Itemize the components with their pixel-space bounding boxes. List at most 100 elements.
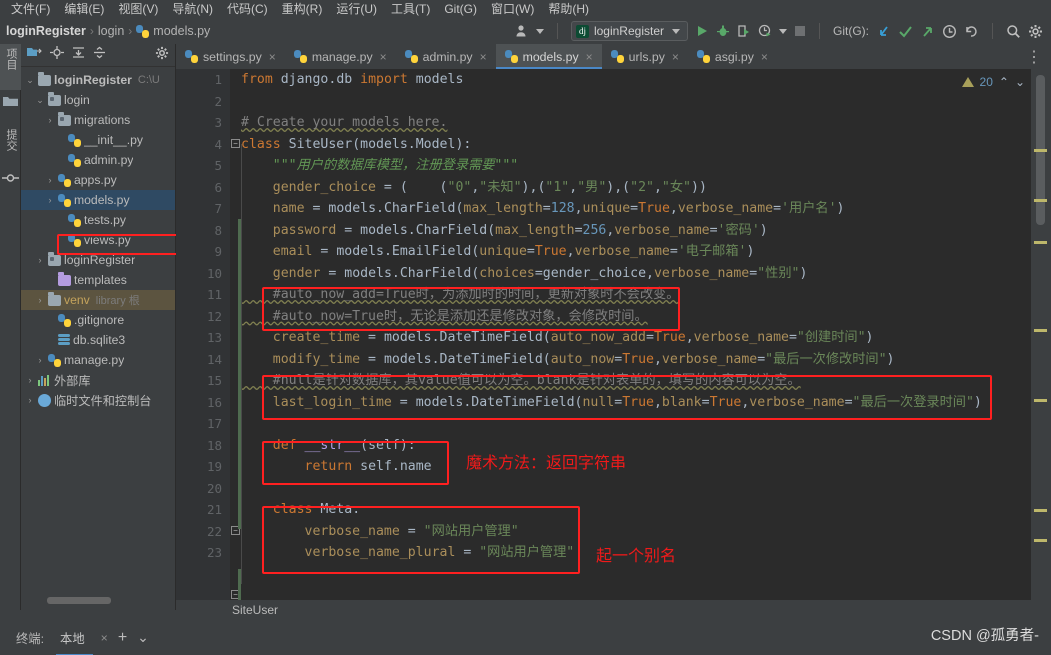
tab-models-py[interactable]: models.py × (495, 44, 602, 69)
user-dropdown-caret-icon[interactable] (535, 28, 544, 34)
code-editor[interactable]: 1 2 3 4 5 6 7 8 9 10 11 12 13 14 15 16 17 18 19 20 21 22 23 − … (176, 69, 1051, 600)
menu-item-git[interactable]: Git(G) (437, 0, 484, 18)
tab-close-icon[interactable]: × (480, 50, 487, 64)
menu-item-view[interactable]: 视图(V) (111, 0, 165, 18)
menu-item-help[interactable]: 帮助(H) (541, 0, 596, 18)
chevron-right-icon[interactable]: › (35, 295, 45, 305)
sidebar-item-commit[interactable]: 提交 (0, 125, 22, 165)
breadcrumb-file[interactable]: models.py (153, 24, 210, 38)
run-with-coverage-icon[interactable] (737, 24, 751, 38)
sidebar-item-project[interactable]: 项目 (0, 44, 22, 90)
tree-item-loginregister[interactable]: ⌄ loginRegister C:\U (21, 70, 175, 90)
next-problem-icon[interactable]: ⌄ (1015, 75, 1025, 89)
terminal-dropdown-icon[interactable]: ⌄ (137, 629, 149, 646)
settings-icon[interactable] (1028, 24, 1043, 39)
tab-overflow-icon[interactable]: ⋮ (1017, 44, 1051, 69)
tree-item---init---py[interactable]: __init__.py (21, 130, 175, 150)
chevron-right-icon[interactable]: › (35, 355, 45, 365)
structure-icon[interactable] (0, 171, 20, 190)
git-revert-icon[interactable] (964, 24, 979, 39)
warning-marker-1[interactable] (1034, 149, 1047, 152)
warning-marker-6[interactable] (1034, 509, 1047, 512)
chevron-right-icon[interactable]: › (45, 195, 55, 205)
locate-icon[interactable] (50, 46, 64, 64)
menu-item-navigate[interactable]: 导航(N) (165, 0, 220, 18)
tree-item-tests-py[interactable]: tests.py (21, 210, 175, 230)
run-configuration-selector[interactable]: dj loginRegister (570, 21, 688, 41)
settings-icon[interactable] (155, 46, 169, 65)
chevron-down-icon[interactable]: ⌄ (35, 95, 45, 106)
expand-all-icon[interactable] (72, 46, 85, 64)
tab-settings-py[interactable]: settings.py × (176, 44, 285, 69)
git-update-icon[interactable] (876, 24, 891, 39)
search-icon[interactable] (1006, 24, 1021, 39)
git-history-icon[interactable] (942, 24, 957, 39)
tree-item-admin-py[interactable]: admin.py (21, 150, 175, 170)
menu-item-code[interactable]: 代码(C) (220, 0, 275, 18)
tab-close-icon[interactable]: × (586, 50, 593, 64)
chevron-right-icon[interactable]: › (45, 115, 55, 125)
debug-icon[interactable] (716, 24, 730, 38)
tab-close-icon[interactable]: × (269, 50, 276, 64)
tab-close-icon[interactable]: × (761, 50, 768, 64)
tab-manage-py[interactable]: manage.py × (285, 44, 396, 69)
profile-dropdown-caret-icon[interactable] (779, 28, 787, 34)
terminal-add-icon[interactable]: + (118, 629, 127, 647)
chevron-right-icon[interactable]: › (45, 175, 55, 185)
menu-item-run[interactable]: 运行(U) (329, 0, 384, 18)
warning-marker-7[interactable] (1034, 539, 1047, 542)
tree-item---------[interactable]: › 临时文件和控制台 (21, 390, 175, 410)
line-number: 10 (206, 265, 222, 281)
git-commit-icon[interactable] (898, 24, 913, 39)
warning-marker-4[interactable] (1034, 329, 1047, 332)
tree-item-migrations[interactable]: › migrations (21, 110, 175, 130)
chevron-right-icon[interactable]: › (25, 375, 35, 385)
chevron-right-icon[interactable]: › (35, 255, 45, 265)
fold-marker-class[interactable]: − (231, 139, 240, 148)
warning-marker-2[interactable] (1034, 199, 1047, 202)
tab-admin-py[interactable]: admin.py × (396, 44, 496, 69)
run-configuration-name: loginRegister (593, 24, 664, 38)
breadcrumb-project[interactable]: loginRegister (6, 24, 86, 38)
tab-close-icon[interactable]: × (380, 50, 387, 64)
folder-icon[interactable] (0, 94, 20, 113)
profile-icon[interactable] (758, 24, 772, 38)
menu-item-edit[interactable]: 编辑(E) (57, 0, 111, 18)
tree-item-models-py[interactable]: › models.py (21, 190, 175, 210)
line-number-gutter: 1 2 3 4 5 6 7 8 9 10 11 12 13 14 15 16 17 18 19 20 21 22 23 (176, 69, 230, 600)
warning-marker-5[interactable] (1034, 399, 1047, 402)
tree-item-db-sqlite3[interactable]: db.sqlite3 (21, 330, 175, 350)
run-icon[interactable] (695, 24, 709, 38)
menu-item-tools[interactable]: 工具(T) (384, 0, 437, 18)
project-horizontal-scrollbar[interactable] (47, 597, 111, 604)
collapse-all-icon[interactable] (93, 46, 106, 64)
tree-item----[interactable]: › 外部库 (21, 370, 175, 390)
terminal-tab-local[interactable]: 本地 (54, 626, 93, 655)
tab-asgi-py[interactable]: asgi.py × (688, 44, 777, 69)
tab-urls-py[interactable]: urls.py × (602, 44, 688, 69)
menu-item-refactor[interactable]: 重构(R) (275, 0, 330, 18)
tree-item-login[interactable]: ⌄ login (21, 90, 175, 110)
tree-item-templates[interactable]: templates (21, 270, 175, 290)
tree-item-loginregister[interactable]: › loginRegister (21, 250, 175, 270)
tree-item--gitignore[interactable]: .gitignore (21, 310, 175, 330)
tree-item-venv[interactable]: › venv library 根 (21, 290, 175, 310)
editor-breadcrumb-class[interactable]: SiteUser (232, 603, 278, 617)
chevron-down-icon[interactable]: ⌄ (25, 75, 35, 86)
tree-item-manage-py[interactable]: › manage.py (21, 350, 175, 370)
tree-item-views-py[interactable]: views.py (21, 230, 175, 250)
code-content[interactable]: from django.db import models # Create yo… (241, 69, 1031, 600)
tab-close-icon[interactable]: × (672, 50, 679, 64)
menu-item-window[interactable]: 窗口(W) (484, 0, 541, 18)
git-push-icon[interactable] (920, 24, 935, 39)
menu-item-file[interactable]: 文件(F) (4, 0, 57, 18)
terminal-close-icon[interactable]: × (101, 631, 108, 645)
select-opened-file-icon[interactable] (27, 46, 42, 64)
previous-problem-icon[interactable]: ⌃ (999, 75, 1009, 89)
chevron-right-icon[interactable]: › (25, 395, 35, 405)
user-icon[interactable] (515, 24, 529, 38)
tree-item-apps-py[interactable]: › apps.py (21, 170, 175, 190)
warning-marker-3[interactable] (1034, 241, 1047, 244)
inspection-widget[interactable]: 20 ⌃ ⌄ (940, 69, 1031, 94)
breadcrumb-module[interactable]: login (98, 24, 124, 38)
